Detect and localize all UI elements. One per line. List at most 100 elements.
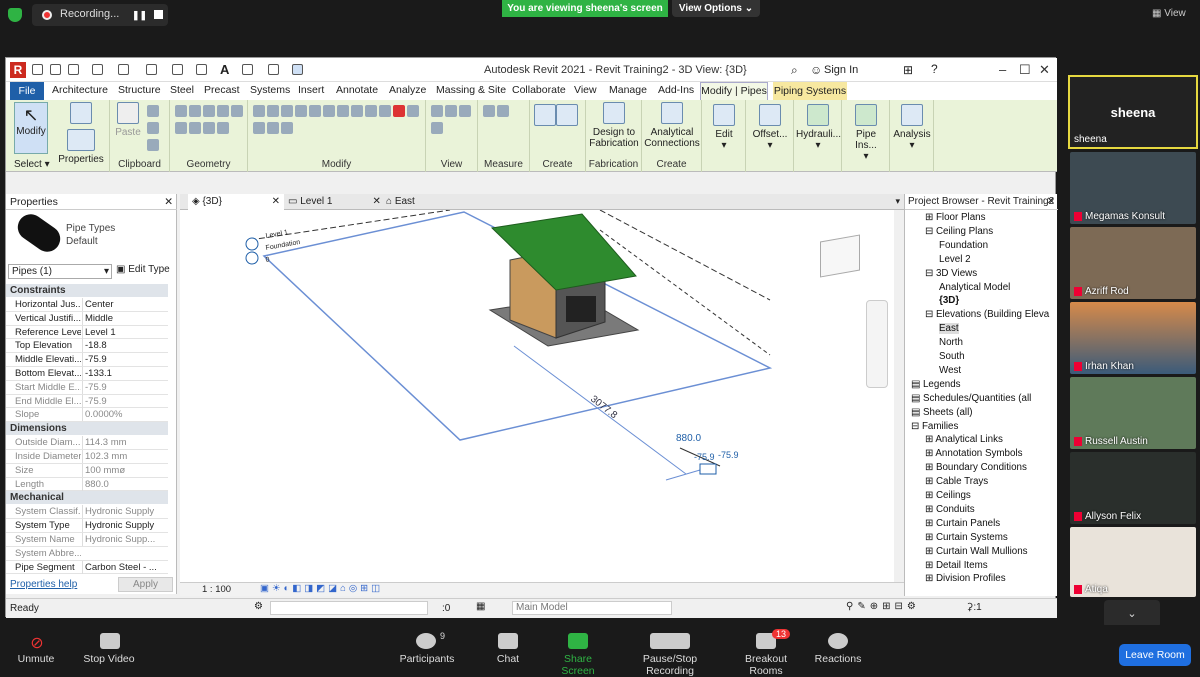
browser-item[interactable]: ⊞ Boundary Conditions bbox=[925, 462, 1027, 473]
tab-modify-pipes[interactable]: Modify | Pipes bbox=[700, 82, 768, 100]
scale-label[interactable]: 1 : 100 bbox=[202, 584, 231, 595]
browser-item[interactable]: ⊞ Curtain Panels bbox=[925, 518, 1000, 529]
chat-icon[interactable] bbox=[498, 633, 518, 649]
property-value[interactable]: -133.1 bbox=[82, 367, 158, 380]
property-row[interactable]: Reference Level Level 1 bbox=[6, 325, 168, 340]
property-row[interactable]: Slope 0.0000% bbox=[6, 408, 168, 423]
browser-item[interactable]: ⊞ Conduits bbox=[925, 504, 975, 515]
pause-stop-recording-button[interactable]: Pause/Stop Recording bbox=[620, 653, 720, 677]
active-speaker-tile[interactable]: sheena sheena bbox=[1068, 75, 1198, 149]
browser-item[interactable]: ⊟ Ceiling Plans bbox=[925, 226, 993, 237]
filter-icon[interactable]: ⚳:1 bbox=[966, 602, 982, 613]
browser-item[interactable]: North bbox=[939, 337, 963, 348]
create-tools[interactable] bbox=[534, 104, 584, 129]
section-header[interactable]: Dimensions bbox=[6, 422, 168, 436]
property-row[interactable]: Top Elevation -18.8 bbox=[6, 339, 168, 354]
tab-structure[interactable]: Structure bbox=[118, 84, 161, 96]
pipe-insulation-button[interactable]: Pipe Ins... ▾ bbox=[844, 104, 888, 162]
participant-tile-6[interactable]: Atiqa bbox=[1070, 527, 1196, 597]
worksets-icon[interactable]: ⚙ bbox=[254, 601, 263, 612]
expand-toggle-icon[interactable]: ⊟ bbox=[925, 226, 936, 237]
participant-tile-4[interactable]: Russell Austin bbox=[1070, 377, 1196, 449]
level-marker-icon[interactable] bbox=[245, 237, 259, 251]
design-options-icon[interactable]: ▦ bbox=[476, 601, 485, 612]
tab-precast[interactable]: Precast bbox=[204, 84, 240, 96]
property-row[interactable]: System Name Hydronic Supp... bbox=[6, 533, 168, 547]
text-icon[interactable]: A bbox=[220, 62, 229, 77]
share-screen-icon[interactable] bbox=[568, 633, 588, 649]
participant-tile-3[interactable]: Irhan Khan bbox=[1070, 302, 1196, 374]
video-camera-icon[interactable] bbox=[100, 633, 120, 649]
view-controls-icons[interactable]: ▣☀◐◧◨◩◪⌂◎⊞◫ bbox=[260, 583, 383, 594]
browser-item[interactable]: Analytical Model bbox=[939, 282, 1010, 293]
maximize-button[interactable]: ☐ bbox=[1019, 62, 1031, 78]
expand-toggle-icon[interactable]: ⊞ bbox=[925, 490, 936, 501]
main-model-select[interactable]: Main Model bbox=[512, 601, 672, 615]
leave-room-button[interactable]: Leave Room bbox=[1119, 644, 1191, 666]
stop-recording-icon[interactable] bbox=[154, 10, 163, 19]
edit-type-button[interactable]: ▣ Edit Type bbox=[116, 264, 170, 275]
revit-logo-icon[interactable]: R bbox=[10, 62, 26, 78]
chat-button[interactable]: Chat bbox=[488, 653, 528, 665]
sync-icon[interactable] bbox=[68, 64, 79, 75]
analytical-connections-button[interactable]: Analytical Connections bbox=[644, 102, 700, 149]
tab-manage[interactable]: Manage bbox=[609, 84, 647, 96]
browser-item[interactable]: ⊞ Analytical Links bbox=[925, 434, 1003, 445]
type-selector[interactable]: Pipe Types Default bbox=[66, 222, 115, 248]
property-row[interactable]: Pipe Segment Carbon Steel - ... bbox=[6, 560, 168, 575]
browser-item[interactable]: ▤ Sheets (all) bbox=[911, 407, 973, 418]
view-tab-level-1[interactable]: ▭ Level 1 ✕ bbox=[288, 196, 381, 207]
minimize-button[interactable]: – bbox=[999, 62, 1006, 77]
expand-toggle-icon[interactable]: ⊞ bbox=[925, 212, 936, 223]
tab-architecture[interactable]: Architecture bbox=[52, 84, 108, 96]
property-row[interactable]: Horizontal Jus... Center bbox=[6, 298, 168, 312]
close-button[interactable]: ✕ bbox=[1039, 62, 1050, 78]
measure-tools[interactable] bbox=[482, 104, 528, 121]
property-row[interactable]: System Classif... Hydronic Supply bbox=[6, 505, 168, 520]
hydraulic-button[interactable]: Hydrauli... ▾ bbox=[796, 104, 841, 151]
measure-icon[interactable] bbox=[172, 64, 183, 75]
tab-massing-site[interactable]: Massing & Site bbox=[436, 84, 506, 96]
property-value[interactable]: -75.9 bbox=[82, 353, 158, 367]
tab-analyze[interactable]: Analyze bbox=[389, 84, 426, 96]
edit-button[interactable]: Edit ▾ bbox=[704, 104, 744, 151]
pause-recording-icon[interactable]: ❚❚ bbox=[132, 10, 147, 20]
browser-item[interactable]: ⊞ Cable Trays bbox=[925, 476, 988, 487]
property-row[interactable]: End Middle El... -75.9 bbox=[6, 394, 168, 409]
analysis-button[interactable]: Analysis ▾ bbox=[892, 104, 932, 151]
share-screen-button[interactable]: Share Screen bbox=[546, 653, 610, 677]
expand-toggle-icon[interactable]: ⊞ bbox=[925, 560, 936, 571]
section-header[interactable]: Mechanical bbox=[6, 491, 168, 505]
3d-view-canvas[interactable]: 3077.8 880.0 -75.9 -75.9 Level 1 Foundat… bbox=[180, 209, 894, 582]
tab-steel[interactable]: Steel bbox=[170, 84, 194, 96]
close-properties-icon[interactable]: ✕ bbox=[164, 194, 173, 210]
browser-item[interactable]: Foundation bbox=[939, 240, 988, 251]
property-row[interactable]: Vertical Justifi... Middle bbox=[6, 311, 168, 326]
modify-tools[interactable] bbox=[252, 104, 422, 138]
tab-add-ins[interactable]: Add-Ins bbox=[658, 84, 694, 96]
navigation-bar[interactable] bbox=[866, 300, 888, 388]
expand-toggle-icon[interactable]: ⊞ bbox=[925, 462, 936, 473]
property-row[interactable]: Length 880.0 bbox=[6, 477, 168, 492]
view-button[interactable]: ▦ View bbox=[1152, 8, 1186, 19]
browser-item[interactable]: ⊞ Floor Plans bbox=[925, 212, 986, 223]
undo-icon[interactable] bbox=[92, 64, 103, 75]
sign-in-link[interactable]: Sign In bbox=[824, 64, 858, 76]
expand-toggle-icon[interactable]: ⊞ bbox=[925, 504, 936, 515]
level-marker-icon-2[interactable] bbox=[245, 251, 259, 265]
breakout-rooms-button[interactable]: Breakout Rooms bbox=[728, 653, 804, 677]
pipe-grip-icon[interactable] bbox=[699, 463, 717, 475]
cart-icon[interactable]: ⊞ bbox=[903, 63, 913, 77]
save-icon[interactable] bbox=[50, 64, 61, 75]
participant-tile-2[interactable]: Azriff Rod bbox=[1070, 227, 1196, 299]
tab-insert[interactable]: Insert bbox=[298, 84, 324, 96]
section-icon[interactable] bbox=[268, 64, 279, 75]
participant-tile-1[interactable]: Megamas Konsult bbox=[1070, 152, 1196, 224]
expand-toggle-icon[interactable]: ⊞ bbox=[925, 532, 936, 543]
offset-button[interactable]: Offset... ▾ bbox=[748, 104, 792, 151]
property-row[interactable]: Size 100 mmø bbox=[6, 463, 168, 478]
view-tab-east[interactable]: ⌂ East bbox=[386, 196, 415, 207]
paste-button[interactable]: Paste bbox=[114, 102, 142, 138]
browser-item[interactable]: ⊞ Curtain Systems bbox=[925, 532, 1008, 543]
expand-toggle-icon[interactable]: ⊞ bbox=[925, 573, 936, 584]
